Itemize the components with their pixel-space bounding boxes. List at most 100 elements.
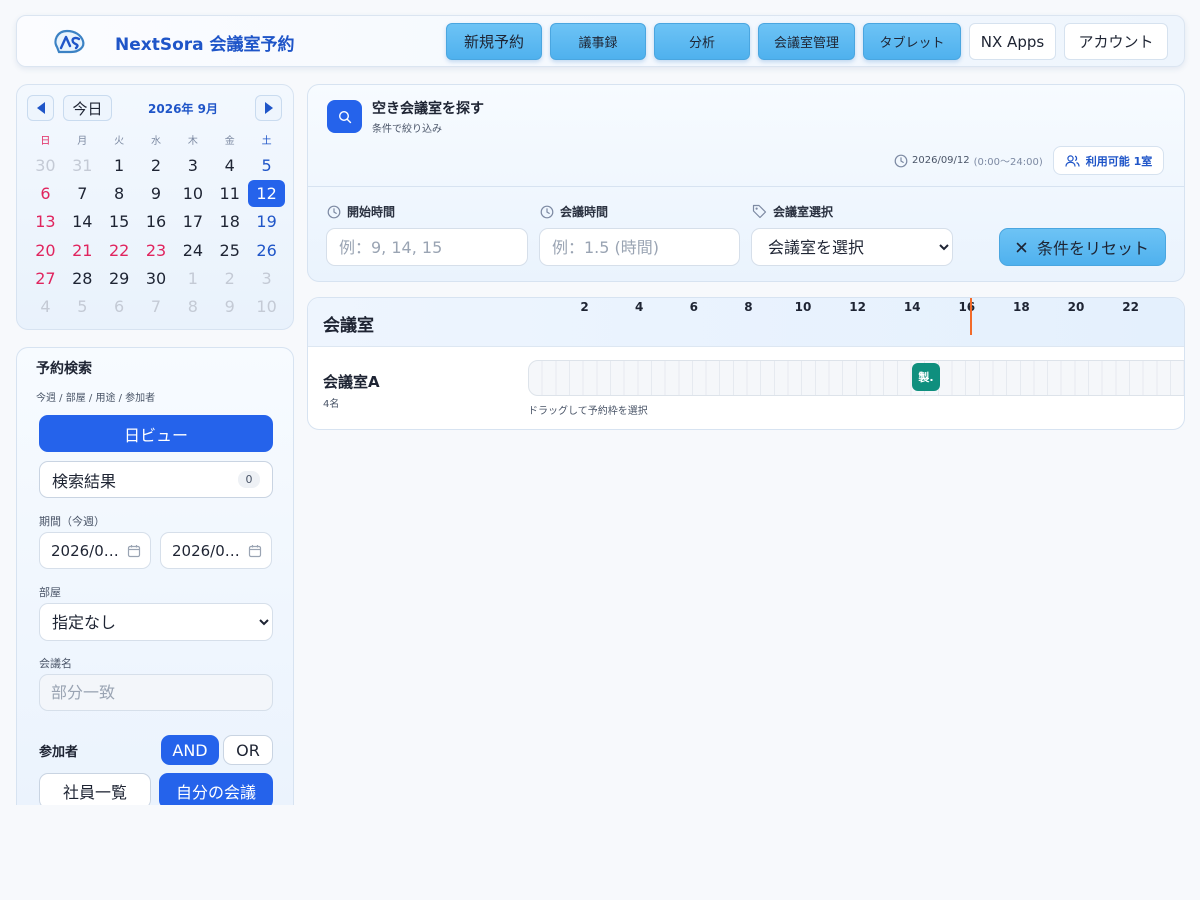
hour-label: 10 [794,300,812,314]
clock-icon [540,205,554,218]
calendar-day[interactable]: 9 [138,179,175,207]
calendar-day[interactable]: 26 [248,236,285,264]
participants-label: 参加者 [39,745,79,760]
hour-label: 16 [958,300,976,314]
hour-label: 14 [903,300,921,314]
calendar-day[interactable]: 15 [101,208,138,236]
room-filter-select[interactable]: 指定なし [39,603,273,641]
search-icon [338,110,351,123]
calendar-day[interactable]: 18 [211,208,248,236]
triangle-right-icon [264,102,273,114]
and-toggle-button[interactable]: AND [161,735,219,765]
available-rooms-button[interactable]: 利用可能 1室 [1053,146,1164,175]
calendar-day[interactable]: 24 [174,236,211,264]
calendar-day[interactable]: 4 [27,292,64,320]
meeting-name-input[interactable] [39,674,273,711]
calendar-day[interactable]: 30 [27,151,64,179]
employee-list-button[interactable]: 社員一覧 [39,773,151,805]
room-timeline: 会議室 2 4 6 8 10 12 14 16 18 20 22 会議室A 4名 製. ドラッグして… [307,297,1185,430]
calendar-day[interactable]: 5 [64,292,101,320]
start-time-input[interactable] [326,228,528,266]
my-meetings-button[interactable]: 自分の会議 [159,773,273,805]
calendar-day[interactable]: 11 [211,179,248,207]
prev-month-button[interactable] [27,95,54,121]
account-button[interactable]: アカウント [1064,23,1168,60]
duration-input[interactable] [539,228,740,266]
selected-date-range: 2026/09/12 (0:00〜24:00) [894,153,1043,168]
calendar-day[interactable]: 17 [174,208,211,236]
calendar-day[interactable]: 13 [27,208,64,236]
weekday-label: 木 [187,136,198,147]
calendar-day[interactable]: 7 [64,179,101,207]
calendar-day[interactable]: 12 [248,180,286,207]
tablet-button[interactable]: タブレット [863,23,961,60]
calendar-day[interactable]: 14 [64,208,101,236]
room-timeline-track[interactable] [528,360,1184,396]
calendar-day[interactable]: 28 [64,264,101,292]
calendar-day[interactable]: 23 [138,236,175,264]
nextsora-logo-icon[interactable] [51,25,87,57]
clock-icon [327,205,341,218]
calendar-day[interactable]: 8 [101,179,138,207]
calendar-day[interactable]: 10 [248,292,285,320]
start-time-label-group: 開始時間 [327,203,395,220]
app-title: NextSora 会議室予約 [115,35,295,55]
date-from-value: 2026/0… [51,541,119,560]
room-select-label-group: 会議室選択 [752,203,833,220]
room-management-button[interactable]: 会議室管理 [758,23,855,60]
hour-label: 8 [744,300,753,314]
calendar-day[interactable]: 9 [211,292,248,320]
day-view-button[interactable]: 日ビュー [39,415,273,452]
calendar-day[interactable]: 6 [101,292,138,320]
new-reservation-button[interactable]: 新規予約 [446,23,542,60]
find-room-title: 空き会議室を探す [372,101,484,117]
calendar-day[interactable]: 20 [27,236,64,264]
room-filter-label: 部屋 [39,586,61,599]
calendar-day[interactable]: 3 [248,264,285,292]
reservation-search-panel: 予約検索 今週 / 部屋 / 用途 / 参加者 日ビュー 検索結果 0 期間（今… [16,347,294,805]
period-label: 期間（今週） [39,515,105,528]
minutes-button[interactable]: 議事録 [550,23,646,60]
calendar-day[interactable]: 19 [248,208,285,236]
calendar-day[interactable]: 10 [174,179,211,207]
reset-filters-button[interactable]: 条件をリセット [999,228,1166,266]
booking-block[interactable]: 製. [912,363,940,391]
timeline-title: 会議室 [323,316,374,336]
calendar-day[interactable]: 30 [138,264,175,292]
calendar-day[interactable]: 8 [174,292,211,320]
calendar-day[interactable]: 16 [138,208,175,236]
calendar-day[interactable]: 6 [27,179,64,207]
date-to-field[interactable]: 2026/0… [160,532,272,569]
current-time-indicator [970,298,973,335]
calendar-icon [248,544,262,557]
calendar-day[interactable]: 21 [64,236,101,264]
calendar-day[interactable]: 25 [211,236,248,264]
room-select[interactable]: 会議室を選択 [751,228,953,266]
nx-apps-button[interactable]: NX Apps [969,23,1056,60]
today-button[interactable]: 今日 [63,95,112,121]
hour-label: 22 [1122,300,1139,314]
analytics-button[interactable]: 分析 [654,23,750,60]
calendar-day[interactable]: 5 [248,151,285,179]
search-results-label: 検索結果 [52,471,117,491]
calendar-day[interactable]: 1 [101,151,138,179]
date-from-field[interactable]: 2026/0… [39,532,151,569]
calendar-day[interactable]: 7 [138,292,175,320]
search-results-button[interactable]: 検索結果 0 [39,461,273,498]
weekday-label: 金 [224,136,235,147]
top-nav: 新規予約 議事録 分析 会議室管理 タブレット NX Apps アカウント [446,23,1168,60]
next-month-button[interactable] [255,95,282,121]
calendar-day[interactable]: 2 [138,151,175,179]
or-toggle-button[interactable]: OR [223,735,273,765]
calendar-day[interactable]: 31 [64,151,101,179]
weekday-label: 土 [261,136,272,147]
calendar-day[interactable]: 4 [211,151,248,179]
calendar-day[interactable]: 2 [211,264,248,292]
calendar-day[interactable]: 1 [174,264,211,292]
room-name: 会議室A [323,373,380,391]
calendar-day[interactable]: 29 [101,264,138,292]
calendar-day[interactable]: 22 [101,236,138,264]
calendar-day[interactable]: 3 [174,151,211,179]
meeting-name-label: 会議名 [39,657,72,670]
calendar-day[interactable]: 27 [27,264,64,292]
